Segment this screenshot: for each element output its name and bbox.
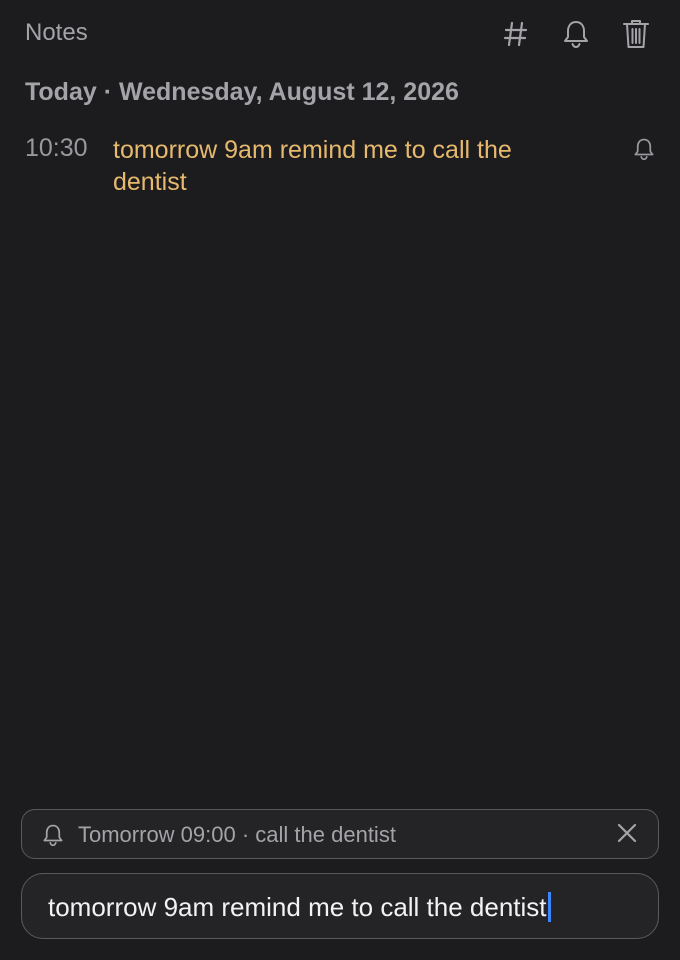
tags-button[interactable] <box>496 14 536 54</box>
note-composer[interactable]: tomorrow 9am remind me to call the denti… <box>21 873 659 939</box>
bell-icon <box>40 822 66 848</box>
reminder-preview: Tomorrow 09:00 · call the dentist <box>21 809 659 859</box>
app-title: Notes <box>25 19 88 46</box>
note-item[interactable]: 10:30 tomorrow 9am remind me to call the… <box>0 133 680 203</box>
note-input-text: tomorrow 9am remind me to call the denti… <box>48 891 547 922</box>
reminders-button[interactable] <box>556 14 596 54</box>
text-caret <box>547 892 551 922</box>
trash-icon <box>622 18 650 50</box>
delete-button[interactable] <box>616 14 656 54</box>
hash-icon <box>503 20 529 48</box>
day-heading: Today · Wednesday, August 12, 2026 <box>25 78 459 106</box>
note-text: tomorrow 9am remind me to call the denti… <box>113 136 512 196</box>
header-bar: Notes <box>0 0 680 66</box>
bell-icon <box>562 19 590 49</box>
bell-icon <box>633 137 655 166</box>
close-icon <box>617 823 637 848</box>
note-reminder-icon[interactable] <box>630 137 658 165</box>
reminder-preview-text: Tomorrow 09:00 · call the dentist <box>78 822 396 847</box>
dismiss-preview-button[interactable] <box>612 820 642 850</box>
note-time: 10:30 <box>25 134 88 162</box>
note-input[interactable]: tomorrow 9am remind me to call the denti… <box>48 890 638 924</box>
